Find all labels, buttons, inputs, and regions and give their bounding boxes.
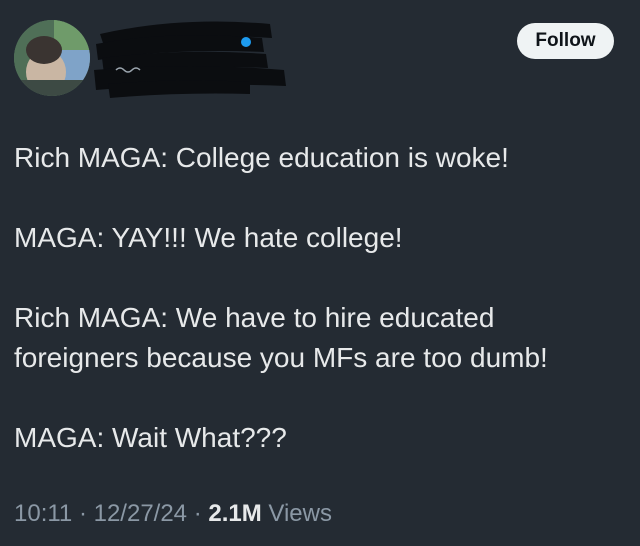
tweet-line: Rich MAGA: We have to hire educated	[14, 302, 495, 333]
tweet-time[interactable]: 10:11	[14, 500, 72, 527]
tweet-line: MAGA: Wait What???	[14, 422, 287, 453]
tweet-paragraph-gap	[14, 258, 626, 298]
tweet-line: Rich MAGA: College education is woke!	[14, 142, 509, 173]
views-count[interactable]: 2.1M	[208, 500, 261, 527]
follow-button[interactable]: Follow	[517, 23, 614, 59]
tweet-line: MAGA: YAY!!! We hate college!	[14, 222, 403, 253]
tweet-text: Rich MAGA: College education is woke! MA…	[14, 138, 626, 458]
views-label: Views	[261, 500, 332, 527]
tweet-line: foreigners because you MFs are too dumb!	[14, 342, 548, 373]
redacted-username	[94, 21, 286, 98]
tweet-meta: 10:11 · 12/27/24 · 2.1M Views	[14, 496, 332, 532]
tweet-date[interactable]: 12/27/24	[94, 500, 187, 527]
verified-badge-icon	[241, 37, 251, 47]
meta-separator: ·	[187, 500, 209, 527]
tweet-paragraph-gap	[14, 178, 626, 218]
meta-separator: ·	[72, 500, 94, 527]
tweet-paragraph-gap	[14, 378, 626, 418]
